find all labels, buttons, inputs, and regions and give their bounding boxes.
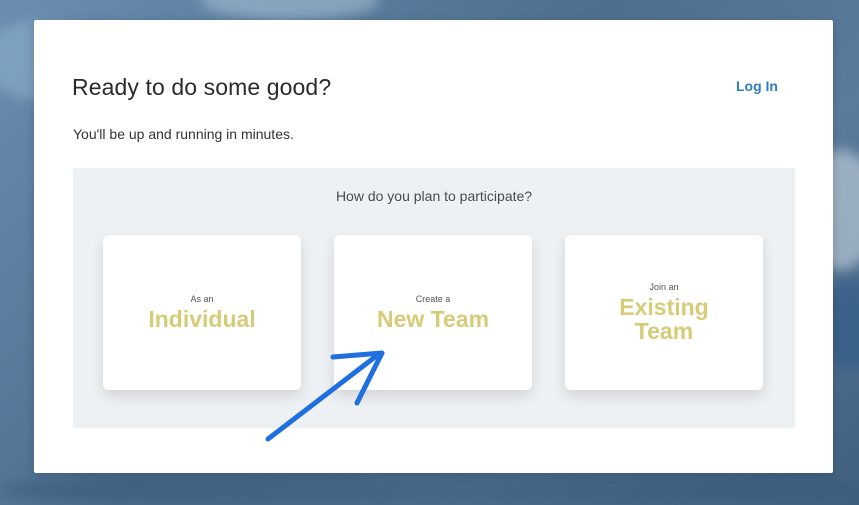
modal-title: Ready to do some good? xyxy=(72,74,332,100)
option-title-line1: Existing xyxy=(619,294,709,320)
option-title: Individual xyxy=(148,306,256,332)
backdrop-shape xyxy=(200,0,380,20)
participation-question: How do you plan to participate? xyxy=(335,188,533,204)
option-prefix: Join an xyxy=(649,282,679,292)
option-prefix: Create a xyxy=(415,294,451,304)
existing-team-option-card[interactable]: Join an Existing Team xyxy=(565,235,763,390)
option-prefix: As an xyxy=(190,294,214,304)
modal-subtitle: You'll be up and running in minutes. xyxy=(73,126,294,142)
backdrop-shape xyxy=(0,470,859,505)
individual-option-card[interactable]: As an Individual xyxy=(103,235,301,390)
signup-modal: Ready to do some good? Log In You'll be … xyxy=(34,20,833,473)
option-title: New Team xyxy=(376,306,490,332)
login-link[interactable]: Log In xyxy=(736,78,778,94)
option-title-line2: Team xyxy=(634,318,694,344)
participation-panel: How do you plan to participate? As an In… xyxy=(73,168,795,428)
new-team-option-card[interactable]: Create a New Team xyxy=(334,235,532,390)
